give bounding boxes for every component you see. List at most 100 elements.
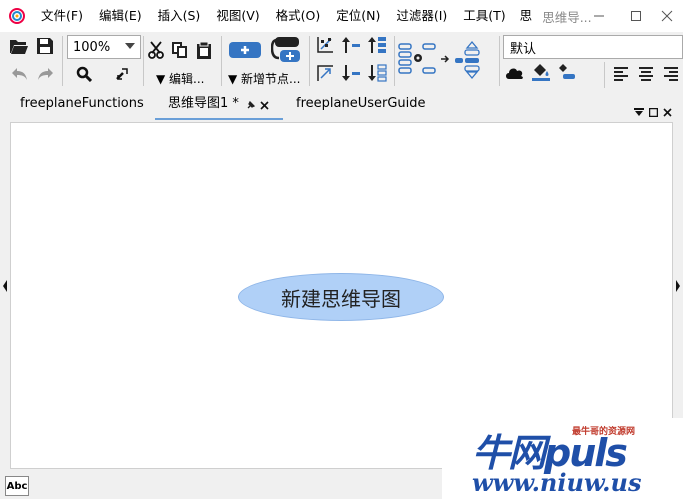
- outline-icon: [317, 65, 333, 81]
- move-up-icon: [342, 37, 360, 53]
- toolbar-separator: [604, 62, 605, 88]
- toolbar-separator: [143, 36, 144, 86]
- watermark-subtitle: 最牛哥的资源网: [572, 427, 636, 437]
- paint-bucket-icon: [532, 64, 550, 81]
- align-center-button[interactable]: [636, 63, 656, 83]
- move-down-icon: [342, 65, 360, 81]
- maximize-icon: [648, 107, 659, 118]
- arrow-right-icon: [440, 52, 450, 66]
- menu-mindmaps[interactable]: 思: [514, 0, 539, 32]
- cut-button[interactable]: [146, 40, 166, 60]
- node-settings-button[interactable]: [398, 42, 438, 76]
- zoom-select[interactable]: 100%: [67, 35, 141, 59]
- toolbar: 100% ▼ 编辑... ▼ 新增节点... 默认: [0, 32, 683, 90]
- save-icon: [37, 38, 53, 54]
- tab-list-icon: [634, 108, 644, 116]
- scissors-icon: [148, 41, 164, 59]
- node-structure-button[interactable]: [450, 40, 494, 80]
- menu-format[interactable]: 格式(O): [268, 0, 329, 32]
- auto-layout-button[interactable]: [315, 35, 335, 55]
- node-tree-icon: [455, 40, 480, 80]
- document-tabs: freeplaneFunctions 思维导图1 * freeplaneUser…: [0, 90, 683, 120]
- pin-tab-button[interactable]: [246, 99, 256, 113]
- paste-button[interactable]: [194, 40, 214, 60]
- align-center-icon: [639, 67, 653, 81]
- menu-bar: 文件(F) 编辑(E) 插入(S) 视图(V) 格式(O) 定位(N) 过滤器(…: [0, 0, 683, 32]
- toolbar-separator: [394, 36, 395, 86]
- chevron-down-icon: [125, 43, 135, 49]
- close-view-button[interactable]: [663, 106, 672, 120]
- add-sibling-node-button[interactable]: [270, 36, 302, 64]
- redo-button[interactable]: [34, 63, 56, 85]
- move-right-button[interactable]: [366, 35, 388, 55]
- node-color-button[interactable]: [555, 62, 577, 82]
- add-sibling-icon: [271, 37, 300, 62]
- toolbar-separator: [62, 36, 63, 86]
- tab-label: 思维导图1 *: [168, 96, 239, 111]
- gear-nodes-icon: [398, 43, 436, 74]
- maximize-view-button[interactable]: [648, 106, 659, 120]
- folder-open-icon: [10, 40, 28, 54]
- tab-freeplane-user-guide[interactable]: freeplaneUserGuide: [296, 90, 426, 120]
- layout-icon: [317, 37, 333, 53]
- cloud-button[interactable]: [505, 64, 525, 82]
- move-down-button[interactable]: [340, 63, 362, 83]
- align-left-button[interactable]: [611, 63, 631, 83]
- copy-button[interactable]: [170, 40, 190, 60]
- new-node-dropdown[interactable]: ▼ 新增节点...: [228, 70, 301, 87]
- menu-view[interactable]: 视图(V): [208, 0, 267, 32]
- move-siblings-icon: [368, 64, 387, 82]
- toolbar-separator: [499, 36, 500, 86]
- right-panel-toggle-icon[interactable]: [676, 280, 680, 292]
- close-window-button[interactable]: [651, 0, 683, 32]
- menu-insert[interactable]: 插入(S): [150, 0, 209, 32]
- cloud-color-button[interactable]: [530, 62, 552, 82]
- watermark-logo: 牛网puls 最牛哥的资源网 www.niuw.us: [442, 418, 683, 499]
- tab-freeplane-functions[interactable]: freeplaneFunctions: [20, 90, 144, 120]
- menu-file[interactable]: 文件(F): [33, 0, 91, 32]
- menu-navigate[interactable]: 定位(N): [328, 0, 388, 32]
- spell-check-button[interactable]: Abc: [5, 476, 29, 496]
- minimize-icon: [594, 15, 604, 17]
- redo-icon: [38, 68, 53, 80]
- node-style-select[interactable]: 默认: [503, 35, 683, 59]
- undo-icon: [12, 68, 27, 80]
- outline-layout-button[interactable]: [315, 63, 335, 83]
- edit-dropdown[interactable]: ▼ 编辑...: [156, 70, 205, 87]
- open-button[interactable]: [8, 35, 30, 57]
- watermark-url: www.niuw.us: [472, 468, 642, 497]
- root-node[interactable]: 新建思维导图: [238, 273, 444, 321]
- zoom-value: 100%: [73, 39, 111, 55]
- maximize-button[interactable]: [620, 0, 652, 32]
- search-button[interactable]: [73, 63, 95, 85]
- align-right-button[interactable]: [661, 63, 681, 83]
- clipboard-icon: [197, 41, 211, 59]
- node-style-value: 默认: [510, 41, 537, 57]
- toolbar-separator: [309, 36, 310, 86]
- tab-list-button[interactable]: [634, 106, 644, 120]
- minimize-button[interactable]: [583, 0, 615, 32]
- undo-button[interactable]: [9, 63, 31, 85]
- close-icon: [663, 108, 672, 117]
- mindmap-canvas[interactable]: 新建思维导图: [10, 122, 673, 469]
- menu-tools[interactable]: 工具(T): [455, 0, 513, 32]
- close-tab-button[interactable]: [260, 99, 269, 113]
- menu-edit[interactable]: 编辑(E): [91, 0, 150, 32]
- color-fill-icon: [559, 64, 575, 79]
- move-left-button[interactable]: [366, 63, 388, 83]
- toolbar-separator: [221, 36, 222, 86]
- save-button[interactable]: [34, 35, 56, 57]
- menu-filter[interactable]: 过滤器(I): [388, 0, 455, 32]
- selection-zoom-icon: [116, 68, 128, 80]
- search-icon: [76, 66, 92, 82]
- zoom-fit-button[interactable]: [111, 63, 133, 85]
- add-child-node-button[interactable]: [228, 39, 262, 61]
- left-panel-toggle-icon[interactable]: [3, 280, 7, 292]
- copy-icon: [172, 42, 187, 58]
- pin-icon: [247, 100, 256, 109]
- maximize-icon: [631, 11, 641, 21]
- align-right-icon: [664, 67, 678, 81]
- move-up-button[interactable]: [340, 35, 362, 55]
- close-icon: [661, 10, 673, 22]
- app-logo-icon[interactable]: [9, 8, 25, 24]
